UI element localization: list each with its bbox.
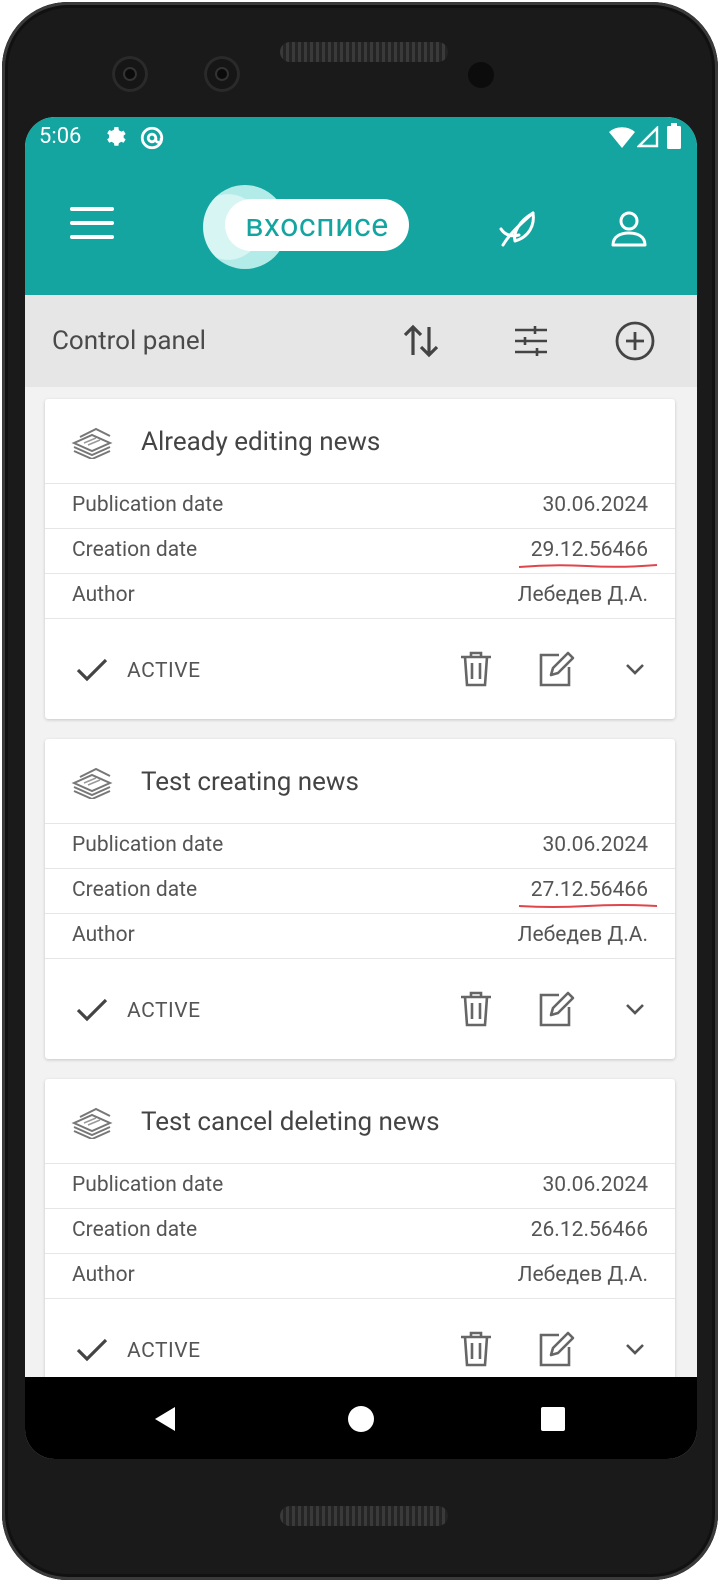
row-label: Creation date	[72, 1218, 198, 1242]
system-nav-bar	[25, 1377, 697, 1459]
row-label: Publication date	[72, 493, 224, 517]
back-icon[interactable]	[145, 1399, 185, 1439]
news-title: Test cancel deleting news	[141, 1107, 440, 1137]
card-header: Test creating news	[45, 739, 675, 824]
home-icon[interactable]	[341, 1399, 381, 1439]
card-footer: ACTIVE	[45, 619, 675, 719]
row-label: Author	[72, 923, 135, 947]
author-row: Author Лебедев Д.А.	[45, 914, 675, 959]
screen: 5:06 вхосписе Control panel Already edit…	[25, 117, 697, 1459]
check-icon	[76, 1338, 108, 1362]
gear-icon	[107, 127, 126, 146]
trash-icon[interactable]	[456, 1329, 496, 1369]
page-title: Control panel	[52, 326, 206, 356]
chevron-down-icon[interactable]	[615, 1329, 655, 1369]
proximity-sensor	[468, 62, 494, 88]
row-label: Creation date	[72, 538, 198, 562]
check-icon	[76, 658, 108, 682]
row-value: Лебедев Д.А.	[517, 923, 648, 947]
row-value: Лебедев Д.А.	[517, 1263, 648, 1287]
user-icon[interactable]	[605, 205, 653, 253]
control-panel-toolbar: Control panel	[25, 295, 697, 387]
leaf-icon[interactable]	[495, 205, 543, 253]
edit-icon[interactable]	[535, 1329, 575, 1369]
battery-icon	[667, 123, 681, 149]
earpiece-speaker	[280, 42, 448, 62]
menu-icon-bar	[70, 221, 114, 225]
row-value: 30.06.2024	[542, 1173, 649, 1197]
news-title: Test creating news	[141, 767, 359, 797]
newspaper-stack-icon	[71, 1107, 113, 1139]
red-underline-annotation	[518, 904, 658, 908]
sort-icon[interactable]	[399, 319, 443, 363]
menu-button[interactable]	[70, 207, 114, 243]
recents-icon[interactable]	[533, 1399, 573, 1439]
news-card[interactable]: Test creating news Publication date 30.0…	[45, 739, 675, 1059]
status-bar: 5:06	[25, 117, 697, 157]
row-value: Лебедев Д.А.	[517, 583, 648, 607]
row-value: 27.12.56466	[530, 878, 648, 902]
publication-date-row: Publication date 30.06.2024	[45, 824, 675, 869]
filter-icon[interactable]	[509, 319, 553, 363]
status-label: ACTIVE	[127, 1339, 201, 1363]
row-label: Author	[72, 583, 135, 607]
status-label: ACTIVE	[127, 659, 201, 683]
news-title: Already editing news	[141, 427, 381, 457]
row-value: 30.06.2024	[542, 833, 649, 857]
front-camera	[112, 56, 148, 92]
publication-date-row: Publication date 30.06.2024	[45, 1164, 675, 1209]
chevron-down-icon[interactable]	[615, 649, 655, 689]
check-icon	[76, 998, 108, 1022]
row-label: Publication date	[72, 833, 224, 857]
row-value: 26.12.56466	[530, 1218, 648, 1242]
news-card[interactable]: Already editing news Publication date 30…	[45, 399, 675, 719]
news-card[interactable]: Test cancel deleting news Publication da…	[45, 1079, 675, 1377]
creation-date-row: Creation date 29.12.56466	[45, 529, 675, 574]
row-value: 29.12.56466	[530, 538, 648, 562]
app-logo: вхосписе	[203, 185, 413, 269]
chevron-down-icon[interactable]	[615, 989, 655, 1029]
author-row: Author Лебедев Д.А.	[45, 1254, 675, 1299]
menu-icon-bar	[70, 207, 114, 211]
row-label: Creation date	[72, 878, 198, 902]
signal-icon	[637, 126, 659, 148]
bottom-speaker	[280, 1506, 448, 1526]
card-header: Already editing news	[45, 399, 675, 484]
newspaper-stack-icon	[71, 767, 113, 799]
edit-icon[interactable]	[535, 649, 575, 689]
logo-text: вхосписе	[225, 199, 409, 251]
publication-date-row: Publication date 30.06.2024	[45, 484, 675, 529]
news-list[interactable]: Already editing news Publication date 30…	[25, 387, 697, 1377]
card-footer: ACTIVE	[45, 959, 675, 1059]
trash-icon[interactable]	[456, 649, 496, 689]
trash-icon[interactable]	[456, 989, 496, 1029]
status-label: ACTIVE	[127, 999, 201, 1023]
card-header: Test cancel deleting news	[45, 1079, 675, 1164]
app-bar: вхосписе	[25, 157, 697, 295]
wifi-icon	[609, 127, 635, 148]
front-camera-secondary	[204, 56, 240, 92]
card-footer: ACTIVE	[45, 1299, 675, 1377]
add-circle-icon[interactable]	[613, 319, 657, 363]
edit-icon[interactable]	[535, 989, 575, 1029]
row-label: Author	[72, 1263, 135, 1287]
row-label: Publication date	[72, 1173, 224, 1197]
status-time: 5:06	[39, 124, 82, 149]
creation-date-row: Creation date 26.12.56466	[45, 1209, 675, 1254]
author-row: Author Лебедев Д.А.	[45, 574, 675, 619]
at-sign-icon	[140, 126, 164, 150]
menu-icon-bar	[70, 235, 114, 239]
row-value: 30.06.2024	[542, 493, 649, 517]
creation-date-row: Creation date 27.12.56466	[45, 869, 675, 914]
red-underline-annotation	[518, 564, 658, 568]
newspaper-stack-icon	[71, 427, 113, 459]
